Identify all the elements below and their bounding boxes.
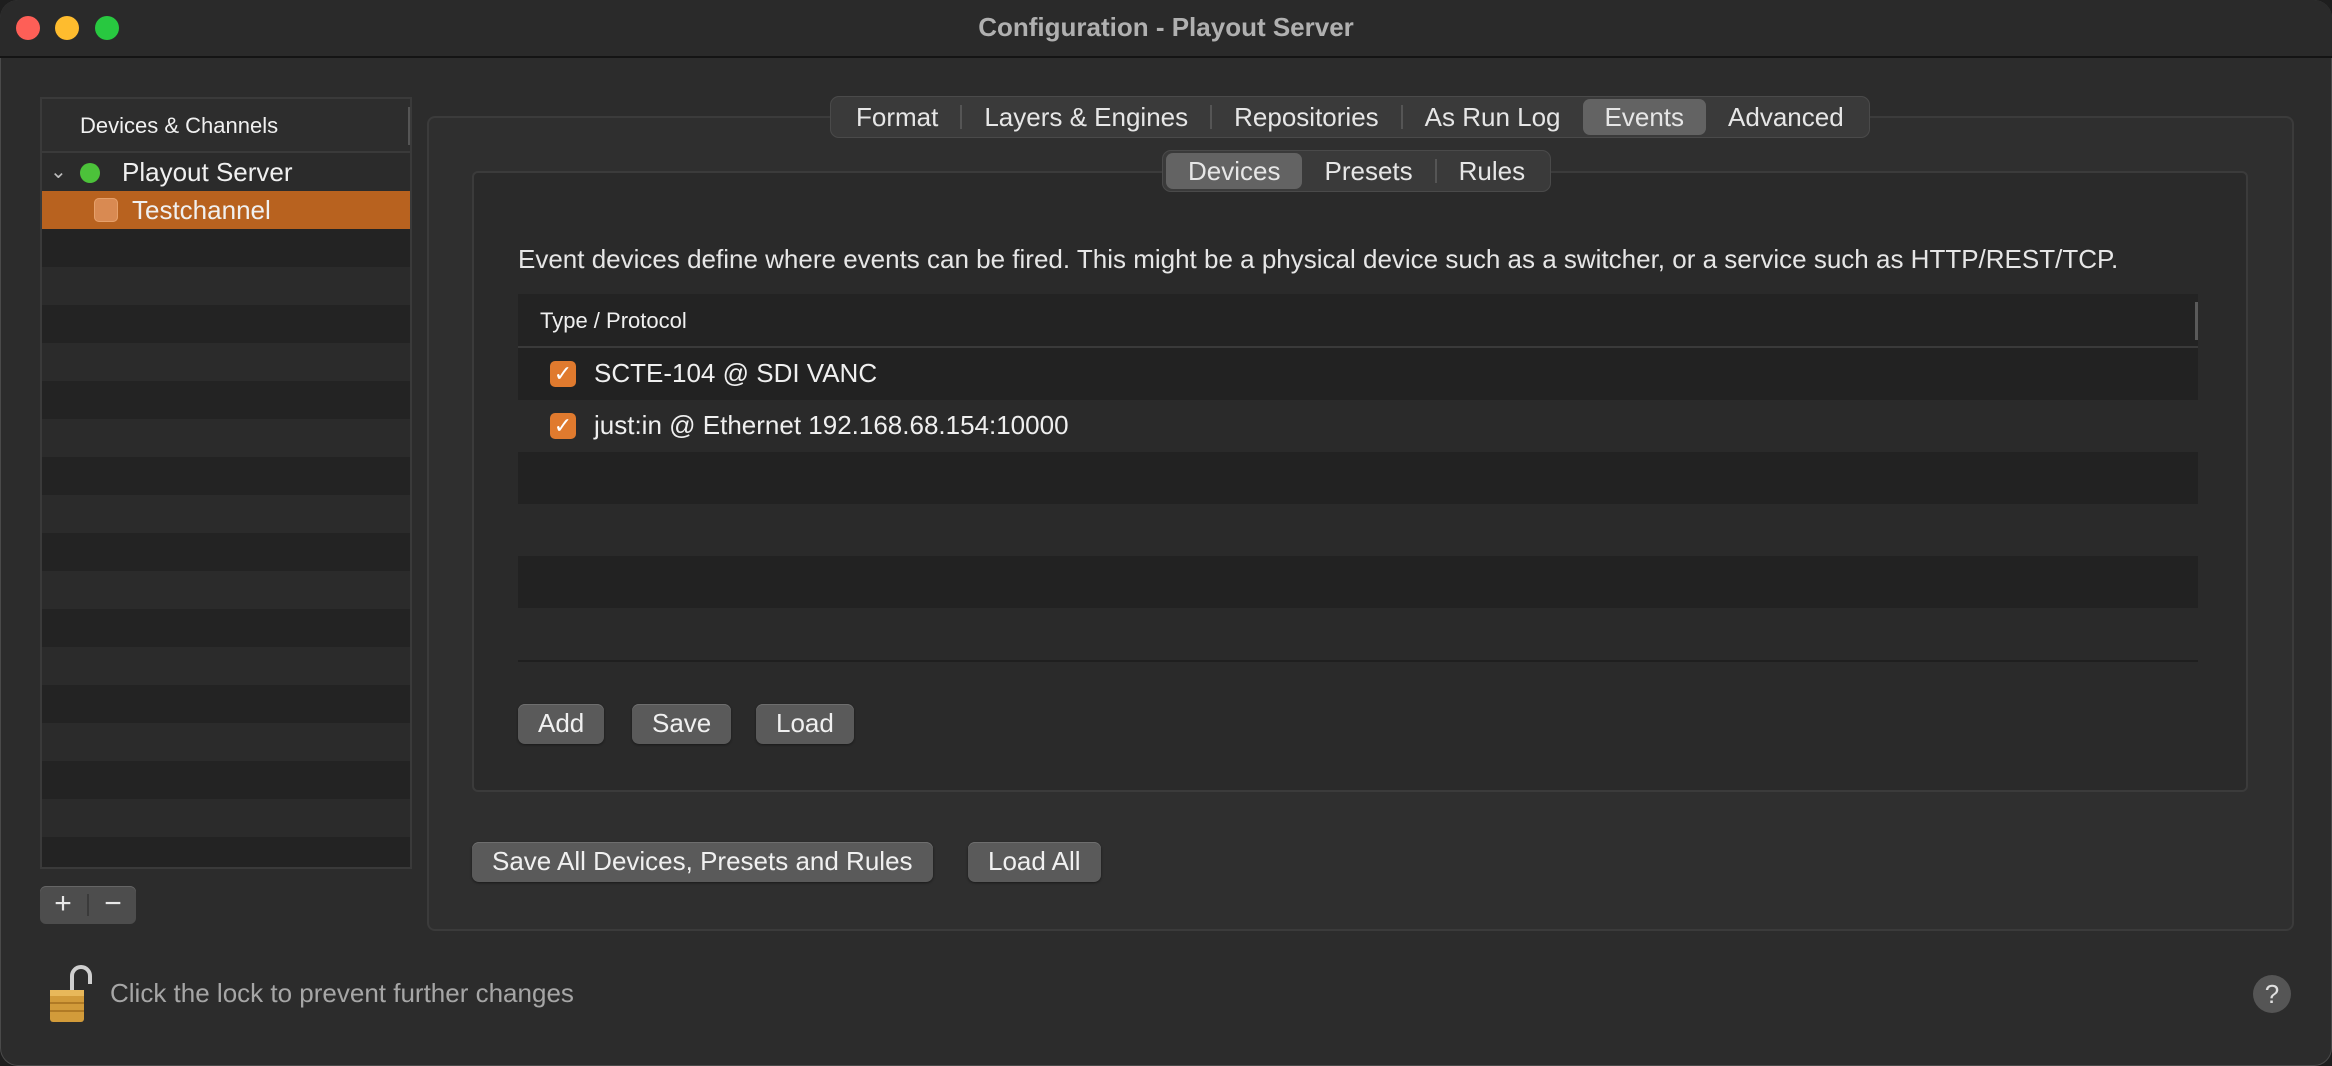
device-label: just:in @ Ethernet 192.168.68.154:10000 (594, 410, 1069, 440)
empty-row (42, 837, 410, 867)
subtab-rules[interactable]: Rules (1437, 153, 1547, 189)
empty-row (42, 457, 410, 495)
column-separator[interactable] (408, 107, 410, 145)
save-devices-button[interactable]: Save (632, 704, 732, 744)
status-online-icon (80, 163, 100, 183)
devices-channels-sidebar: Devices & Channels ⌄ Playout Server Test… (40, 97, 412, 869)
sidebar-header: Devices & Channels (42, 99, 410, 153)
empty-row (42, 305, 410, 343)
add-device-button[interactable]: Add (518, 704, 605, 744)
window-title: Configuration - Playout Server (978, 12, 1354, 42)
column-resize-handle[interactable] (2195, 302, 2198, 340)
sidebar-item-testchannel[interactable]: Testchannel (42, 191, 410, 229)
unlocked-lock-icon[interactable] (48, 962, 94, 1024)
empty-row (42, 343, 410, 381)
table-row[interactable]: ✓ SCTE-104 @ SDI VANC (518, 348, 2198, 400)
subtab-devices[interactable]: Devices (1166, 153, 1303, 189)
help-button[interactable]: ? (2253, 975, 2291, 1013)
sidebar-item-label: Testchannel (132, 195, 271, 225)
sidebar-item-playout-server[interactable]: ⌄ Playout Server (42, 153, 410, 191)
empty-row (42, 571, 410, 609)
empty-row (42, 761, 410, 799)
sidebar-item-label: Playout Server (122, 157, 293, 187)
tab-advanced[interactable]: Advanced (1706, 99, 1866, 135)
table-row[interactable]: ✓ just:in @ Ethernet 192.168.68.154:1000… (518, 400, 2198, 452)
tab-events[interactable]: Events (1582, 99, 1707, 135)
empty-row (518, 452, 2198, 504)
event-devices-table: Type / Protocol ✓ SCTE-104 @ SDI VANC ✓ … (518, 294, 2198, 662)
save-all-button[interactable]: Save All Devices, Presets and Rules (472, 842, 933, 882)
remove-channel-button[interactable]: − (90, 886, 136, 924)
empty-row (42, 609, 410, 647)
empty-row (518, 556, 2198, 608)
empty-row (42, 229, 410, 267)
empty-row (42, 419, 410, 457)
lock-hint-text: Click the lock to prevent further change… (110, 978, 574, 1008)
title-bar: Configuration - Playout Server (0, 0, 2332, 58)
configuration-window: Configuration - Playout Server Devices &… (0, 0, 2332, 1066)
divider (87, 894, 89, 916)
empty-row (42, 381, 410, 419)
empty-row (42, 647, 410, 685)
tab-layers-engines[interactable]: Layers & Engines (962, 99, 1210, 135)
config-tabs: Format Layers & Engines Repositories As … (830, 96, 1870, 138)
tab-format[interactable]: Format (834, 99, 960, 135)
device-enabled-checkbox[interactable]: ✓ (550, 413, 576, 439)
tab-as-run-log[interactable]: As Run Log (1403, 99, 1583, 135)
empty-row (42, 495, 410, 533)
empty-row (42, 799, 410, 837)
empty-row (518, 504, 2198, 556)
channel-icon (94, 198, 118, 222)
sidebar-header-label: Devices & Channels (80, 113, 279, 138)
empty-row (42, 533, 410, 571)
device-label: SCTE-104 @ SDI VANC (594, 358, 878, 388)
chevron-down-icon[interactable]: ⌄ (50, 159, 67, 184)
empty-row (42, 723, 410, 761)
tab-repositories[interactable]: Repositories (1212, 99, 1401, 135)
add-channel-button[interactable]: + (40, 886, 86, 924)
load-devices-button[interactable]: Load (756, 704, 854, 744)
empty-row (42, 685, 410, 723)
empty-row (42, 267, 410, 305)
empty-row (518, 608, 2198, 660)
table-header: Type / Protocol (518, 294, 2198, 348)
subtab-presets[interactable]: Presets (1302, 153, 1434, 189)
events-subtabs: Devices Presets Rules (1162, 150, 1552, 192)
column-header-type-protocol[interactable]: Type / Protocol (540, 308, 687, 334)
load-all-button[interactable]: Load All (968, 842, 1101, 882)
device-enabled-checkbox[interactable]: ✓ (550, 361, 576, 387)
devices-description: Event devices define where events can be… (518, 244, 2119, 274)
add-remove-control: + − (40, 886, 136, 924)
